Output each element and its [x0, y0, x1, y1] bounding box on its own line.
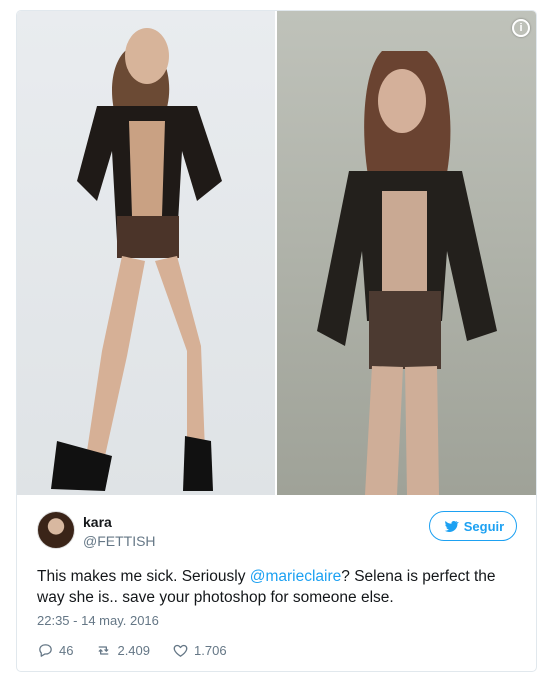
author-name[interactable]: kara: [83, 514, 112, 530]
follow-label: Seguir: [463, 518, 505, 534]
retweet-icon: [99, 646, 109, 655]
tweet-text-start: This makes me sick. Seriously: [37, 568, 250, 585]
woman-photo-right: [317, 51, 497, 495]
woman-photo-left: [51, 28, 222, 491]
tweet-actions: 46 2.409 1.706: [37, 642, 227, 659]
mention-link[interactable]: @marieclaire: [250, 568, 342, 585]
heart-icon: [173, 644, 188, 657]
info-icon[interactable]: i: [512, 19, 530, 37]
author-handle[interactable]: @FETTISH: [83, 533, 156, 549]
retweet-count: 2.409: [117, 643, 151, 658]
twitter-bird-icon: [444, 520, 459, 532]
tweet-header: kara @FETTISH Seguir: [37, 511, 517, 551]
like-button[interactable]: 1.706: [172, 642, 227, 659]
avatar[interactable]: [37, 511, 75, 549]
reply-count: 46: [59, 643, 74, 658]
like-count: 1.706: [194, 643, 227, 658]
tweet-timestamp[interactable]: 22:35 - 14 may. 2016: [37, 613, 159, 628]
tweet-media[interactable]: i: [17, 11, 536, 495]
reply-icon: [39, 644, 52, 657]
retweet-button[interactable]: 2.409: [95, 642, 150, 659]
follow-button[interactable]: Seguir: [429, 511, 517, 541]
tweet-card: i kara @FETTISH Seguir This makes me sic…: [16, 10, 537, 672]
magazine-photo-right[interactable]: [277, 11, 536, 495]
tweet-text: This makes me sick. Seriously @marieclai…: [37, 566, 522, 608]
magazine-photo-left[interactable]: [17, 11, 275, 495]
reply-button[interactable]: 46: [37, 642, 73, 659]
